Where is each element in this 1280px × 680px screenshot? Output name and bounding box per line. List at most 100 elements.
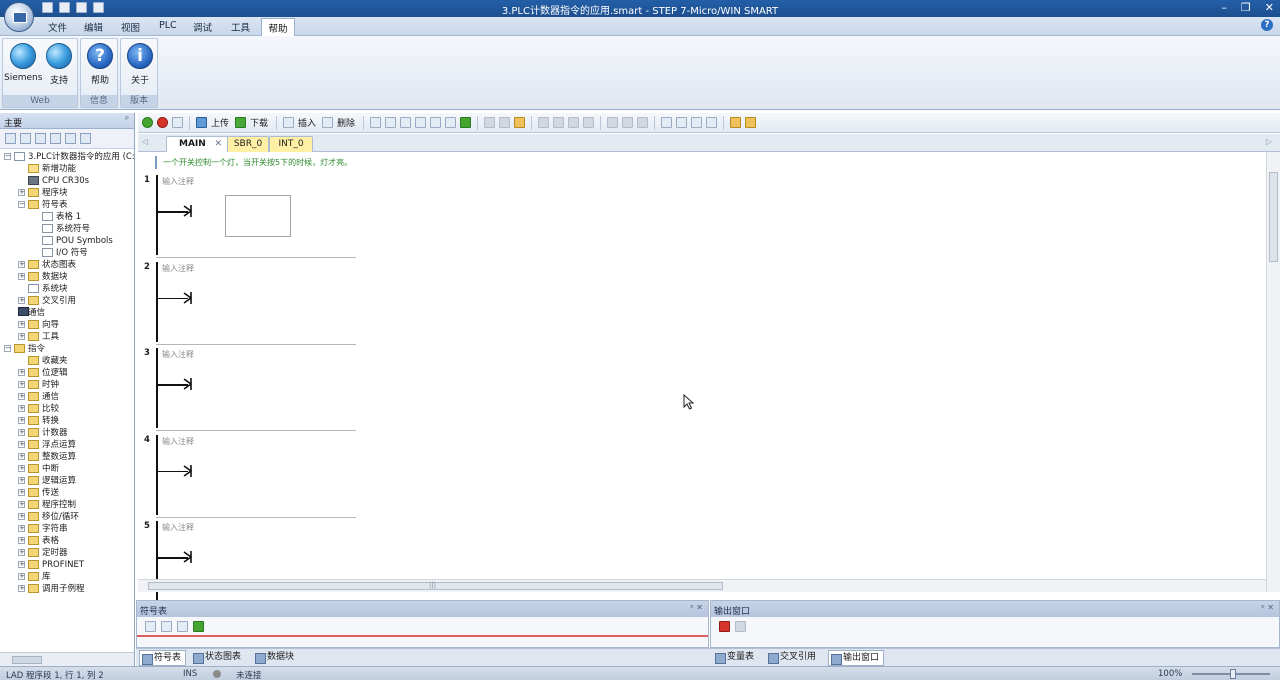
expand-icon[interactable]: + (18, 189, 25, 196)
tree-item[interactable]: + 向导 (18, 319, 59, 331)
pin-icon[interactable]: ᵖ (125, 115, 129, 125)
menu-file[interactable]: 文件 (48, 20, 67, 34)
tree-item[interactable]: + 传送 (18, 487, 59, 499)
tab-int-0[interactable]: INT_0 (269, 136, 313, 152)
tree-item[interactable]: + 整数运算 (18, 451, 76, 463)
tree-item[interactable]: + 位逻辑 (18, 367, 68, 379)
tree-tool-icon[interactable] (80, 133, 91, 144)
tree-tool-icon[interactable] (65, 133, 76, 144)
window-icon[interactable] (415, 117, 427, 128)
tree-item[interactable]: + 浮点运算 (18, 439, 76, 451)
menu-tools[interactable]: 工具 (231, 20, 250, 34)
tab-close-icon[interactable]: ✕ (214, 137, 222, 152)
expand-icon[interactable]: + (18, 501, 25, 508)
expand-icon[interactable]: + (18, 537, 25, 544)
maximize-button[interactable]: ❐ (1241, 1, 1251, 14)
tree-tool-icon[interactable] (50, 133, 61, 144)
scroll-thumb[interactable]: ||| (148, 581, 723, 590)
menu-plc[interactable]: PLC (159, 20, 177, 31)
menu-view[interactable]: 视图 (121, 20, 140, 34)
program-comment[interactable]: 一个开关控制一个灯，当开关按5下的时候，灯才亮。 (155, 156, 1263, 169)
close-button[interactable]: ✕ (1265, 1, 1274, 14)
zoom-slider-knob[interactable] (1230, 669, 1236, 679)
collapse-icon[interactable]: − (4, 345, 11, 352)
tree-item[interactable]: + PROFINET (18, 559, 84, 571)
minimize-button[interactable]: – (1221, 1, 1227, 14)
tree-item[interactable]: − 符号表 (18, 199, 68, 211)
siemens-button[interactable]: Siemens (4, 43, 42, 83)
tab-scroll-left-icon[interactable]: ◁ (142, 137, 148, 146)
tree-item[interactable]: + 逻辑运算 (18, 475, 76, 487)
tree-item[interactable]: + 中断 (18, 463, 59, 475)
help-icon[interactable]: ? (1261, 19, 1273, 31)
expand-icon[interactable]: + (18, 297, 25, 304)
tree-item[interactable]: + 程序块 (18, 187, 68, 199)
tree-item[interactable]: + 交叉引用 (18, 295, 76, 307)
tree-item[interactable]: 系统符号 (32, 223, 90, 235)
network-comment[interactable]: 输入注释 (162, 436, 194, 447)
insert-button[interactable]: 插入 (298, 116, 316, 129)
lock-icon[interactable] (514, 117, 526, 128)
window-icon[interactable] (400, 117, 412, 128)
about-button[interactable]: i 关于 (121, 43, 159, 86)
expand-icon[interactable]: + (18, 381, 25, 388)
network-comment[interactable]: 输入注释 (162, 522, 194, 533)
tree-item[interactable]: + 通信 (18, 391, 59, 403)
tree-item[interactable]: + 转换 (18, 415, 59, 427)
network-comment[interactable]: 输入注释 (162, 176, 194, 187)
view-icon[interactable] (661, 117, 673, 128)
network-comment[interactable]: 输入注释 (162, 349, 194, 360)
application-menu-button[interactable] (4, 2, 34, 32)
tree-item[interactable]: 收藏夹 (18, 355, 68, 367)
expand-icon[interactable]: + (18, 453, 25, 460)
compile-icon[interactable] (172, 117, 183, 128)
expand-icon[interactable]: + (18, 393, 25, 400)
ladder-network[interactable]: 4 输入注释 (138, 432, 1264, 518)
upload-button[interactable]: 上传 (211, 116, 229, 129)
ladder-network[interactable]: 1 输入注释 (138, 172, 1264, 258)
help-button[interactable]: ? 帮助 (81, 43, 119, 86)
delete-button[interactable]: 删除 (337, 116, 355, 129)
expand-icon[interactable]: + (18, 549, 25, 556)
stop-icon[interactable] (157, 117, 168, 128)
scroll-thumb[interactable] (1269, 172, 1278, 262)
run-icon[interactable] (142, 117, 153, 128)
tree-item[interactable]: + 库 (18, 571, 51, 583)
delete-row-icon[interactable] (161, 621, 172, 632)
expand-icon[interactable]: + (18, 525, 25, 532)
tree-item[interactable]: 新增功能 (18, 163, 76, 175)
edit-icon[interactable] (691, 117, 703, 128)
tab-main[interactable]: MAIN ✕ (166, 136, 228, 152)
pin-close-icons[interactable]: ᵖ ✕ (690, 603, 703, 612)
expand-icon[interactable]: + (18, 417, 25, 424)
support-button[interactable]: 支持 (40, 43, 78, 86)
expand-icon[interactable]: + (18, 513, 25, 520)
tab-cross-reference[interactable]: 交叉引用 (766, 650, 820, 666)
menu-help[interactable]: 帮助 (261, 18, 295, 36)
editor-horizontal-scrollbar[interactable]: ||| (138, 579, 1266, 592)
delete-icon[interactable] (322, 117, 334, 128)
tree-item[interactable]: CPU CR30s (18, 175, 89, 187)
edit-icon[interactable] (706, 117, 718, 128)
insert-icon[interactable] (283, 117, 295, 128)
tree-tool-icon[interactable] (20, 133, 31, 144)
copy-icon[interactable] (735, 621, 746, 632)
download-icon[interactable] (235, 117, 247, 128)
tab-variable-table[interactable]: 变量表 (713, 650, 758, 666)
tab-symbol-table[interactable]: 符号表 (139, 650, 187, 666)
menu-debug[interactable]: 调试 (193, 20, 212, 34)
tree-item[interactable]: + 时钟 (18, 379, 59, 391)
window-icon[interactable] (445, 117, 457, 128)
tree-item[interactable]: + 字符串 (18, 523, 68, 535)
tree-item[interactable]: + 移位/循环 (18, 511, 79, 523)
tree-item[interactable]: + 程序控制 (18, 499, 76, 511)
tree-item[interactable]: POU Symbols (32, 235, 113, 247)
expand-icon[interactable]: + (18, 273, 25, 280)
menu-edit[interactable]: 编辑 (84, 20, 103, 34)
collapse-icon[interactable]: − (18, 201, 25, 208)
table-icon[interactable] (676, 117, 688, 128)
expand-icon[interactable]: + (18, 561, 25, 568)
tree-item[interactable]: 通信 (18, 307, 45, 319)
tree-tool-icon[interactable] (35, 133, 46, 144)
ladder-editor[interactable]: 一个开关控制一个灯，当开关按5下的时候，灯才亮。 1 输入注释 2 输入注释 3 输入注释… (138, 152, 1280, 604)
